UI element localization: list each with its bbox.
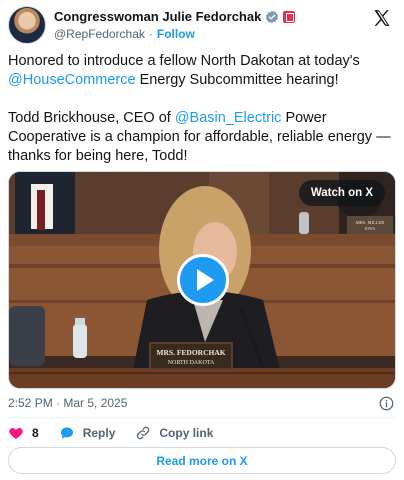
tweet-paragraph-2: Todd Brickhouse, CEO of @Basin_Electric … xyxy=(8,109,398,166)
tweet-text-segment: Energy Subcommittee hearing! xyxy=(135,72,339,88)
copy-link-button[interactable]: Copy link xyxy=(135,425,213,441)
reply-bubble-icon xyxy=(60,427,73,439)
video-player[interactable]: MRS. MILLER IOWA MRS. FEDORCHAK NORTH DA… xyxy=(8,171,396,389)
x-logo-icon[interactable] xyxy=(372,8,392,28)
read-more-button[interactable]: Read more on X xyxy=(8,447,396,474)
verified-badge-icon xyxy=(266,10,279,23)
reply-button[interactable]: Reply xyxy=(59,425,116,441)
watch-on-x-button[interactable]: Watch on X xyxy=(298,180,385,206)
link-icon xyxy=(137,426,150,440)
action-bar: 8 Reply Copy link xyxy=(8,424,233,442)
divider xyxy=(8,417,396,418)
timestamp-row: 2:52 PM · Mar 5, 2025 xyxy=(8,396,396,412)
mention-link-basin-electric[interactable]: @Basin_Electric xyxy=(175,110,282,126)
play-button[interactable] xyxy=(177,254,229,306)
separator-dot: · xyxy=(148,27,153,41)
tweet-paragraph-1: Honored to introduce a fellow North Dako… xyxy=(8,52,398,90)
copy-link-label: Copy link xyxy=(159,426,214,440)
avatar[interactable] xyxy=(8,6,46,44)
nameplate-line2: NORTH DAKOTA xyxy=(168,360,215,366)
bg-nameplate-line2: IOWA xyxy=(365,226,376,231)
tweet-header: Congresswoman Julie Fedorchak @RepFedorc… xyxy=(8,6,396,46)
like-count: 8 xyxy=(32,426,39,440)
play-icon xyxy=(197,269,214,291)
tweet-text-segment: Honored to introduce a fellow North Dako… xyxy=(8,53,360,69)
mention-link-housecommerce[interactable]: @HouseCommerce xyxy=(8,72,136,88)
timestamp-link[interactable]: 2:52 PM · Mar 5, 2025 xyxy=(8,396,127,410)
government-flag-icon xyxy=(283,10,296,23)
handle-row: @RepFedorchak · Follow xyxy=(54,27,195,41)
like-button[interactable]: 8 xyxy=(8,425,39,441)
author-name[interactable]: Congresswoman Julie Fedorchak xyxy=(54,9,261,24)
follow-button[interactable]: Follow xyxy=(157,27,195,41)
info-icon[interactable] xyxy=(379,396,394,411)
heart-icon xyxy=(9,428,23,439)
bg-nameplate-line1: MRS. MILLER xyxy=(356,220,385,225)
author-name-row: Congresswoman Julie Fedorchak xyxy=(54,9,296,24)
nameplate-line1: MRS. FEDORCHAK xyxy=(156,348,225,357)
tweet-text: Honored to introduce a fellow North Dako… xyxy=(8,52,398,185)
reply-label: Reply xyxy=(82,426,116,440)
author-handle[interactable]: @RepFedorchak xyxy=(54,27,145,41)
tweet-text-segment: Todd Brickhouse, CEO of xyxy=(8,110,175,126)
